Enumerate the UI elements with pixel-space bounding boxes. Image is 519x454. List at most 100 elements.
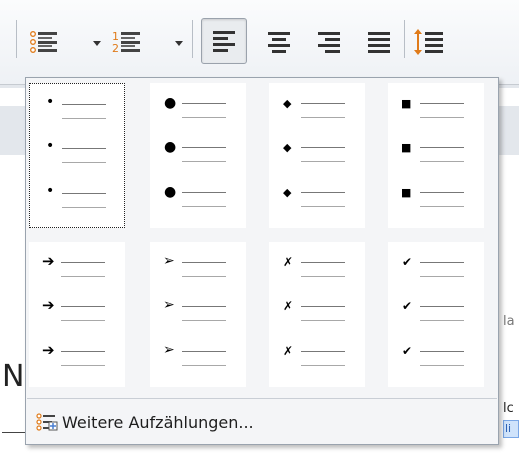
preview-rule — [420, 276, 464, 277]
bullet-style-square[interactable]: ■ ■ ■ — [388, 83, 484, 228]
bullet-style-arrow[interactable]: ➔ ➔ ➔ — [29, 242, 125, 387]
toolbar-separator — [404, 20, 405, 58]
bullet-glyph-arrow-icon: ➔ — [42, 252, 55, 270]
preview-rule — [301, 103, 345, 104]
toolbar-separator — [16, 20, 17, 58]
bullet-preview-line: ➔ — [39, 296, 119, 321]
preview-rule — [182, 192, 226, 193]
bullet-glyph-arrowhead-icon: ➢ — [163, 297, 175, 313]
preview-rule — [301, 262, 345, 263]
bullet-preview-line: • — [40, 95, 120, 119]
bullet-glyph-small-dot-icon: • — [46, 183, 55, 199]
preview-rule — [182, 206, 226, 207]
bullet-glyph-square-icon: ■ — [401, 141, 412, 154]
preview-rule — [182, 351, 226, 352]
preview-rule — [62, 193, 106, 194]
bullet-preview-line: ■ — [398, 141, 478, 162]
document-heading-fragment: N — [2, 359, 25, 394]
bullet-glyph-large-dot-icon: ● — [164, 139, 177, 155]
bullet-preview-line: ➢ — [160, 297, 240, 321]
bullet-list-button[interactable] — [26, 18, 66, 64]
bullet-glyph-diamond-icon: ◆ — [283, 141, 292, 154]
line-spacing-button[interactable] — [410, 18, 450, 64]
bullet-preview-line: ➔ — [39, 252, 119, 277]
bullet-style-cross[interactable]: ✗ ✗ ✗ — [269, 242, 365, 387]
numbered-list-button[interactable]: 1 2 — [108, 18, 148, 64]
bullet-preview-line: ✗ — [279, 299, 359, 321]
document-text-fragment: lc — [503, 401, 514, 416]
bullet-glyph-large-dot-icon: ● — [164, 184, 177, 200]
bullet-glyph-diamond-icon: ◆ — [283, 97, 292, 110]
preview-rule — [301, 192, 345, 193]
bullet-preview-line: ✗ — [279, 255, 359, 277]
preview-rule — [301, 365, 345, 366]
preview-rule — [182, 117, 226, 118]
preview-rule — [301, 206, 345, 207]
justify-icon — [368, 32, 390, 53]
preview-rule — [301, 351, 345, 352]
preview-rule — [301, 276, 345, 277]
preview-rule — [182, 147, 226, 148]
preview-rule — [61, 262, 105, 263]
document-selected-fragment: li — [503, 420, 519, 438]
preview-rule — [301, 147, 345, 148]
preview-rule — [62, 148, 106, 149]
bullet-preview-line: ● — [160, 96, 240, 118]
bullet-preview-line: • — [40, 138, 120, 163]
bullet-glyph-cross-icon: ✗ — [283, 255, 294, 269]
align-left-button[interactable] — [201, 18, 247, 64]
preview-rule — [420, 192, 464, 193]
bullet-preview-line: ✔ — [398, 256, 478, 277]
bullet-glyph-cross-icon: ✗ — [283, 299, 294, 313]
preview-rule — [301, 320, 345, 321]
bullet-options-icon — [36, 413, 58, 431]
preview-rule — [61, 320, 105, 321]
bullet-preview-line: ➔ — [39, 341, 119, 366]
align-center-button[interactable] — [258, 18, 298, 64]
preview-rule — [420, 161, 464, 162]
bullet-preview-line: ■ — [398, 97, 478, 118]
preview-rule — [182, 262, 226, 263]
bullet-style-diamond[interactable]: ◆ ◆ ◆ — [269, 83, 365, 228]
preview-rule — [182, 306, 226, 307]
bullet-glyph-arrow-icon: ➔ — [42, 296, 55, 314]
numbered-list-icon: 1 2 — [112, 30, 140, 55]
preview-rule — [182, 365, 226, 366]
preview-rule — [62, 207, 106, 208]
align-center-icon — [268, 32, 290, 53]
align-right-button[interactable] — [308, 18, 348, 64]
preview-rule — [182, 161, 226, 162]
preview-rule — [62, 162, 106, 163]
preview-rule — [182, 276, 226, 277]
bullet-glyph-diamond-icon: ◆ — [283, 186, 292, 199]
document-text-fragment: la — [503, 314, 515, 329]
bullet-style-arrowhead[interactable]: ➢ ➢ ➢ — [150, 242, 246, 387]
preview-rule — [420, 117, 464, 118]
numbered-list-dropdown-arrow-icon[interactable] — [175, 41, 183, 46]
preview-rule — [420, 306, 464, 307]
bullet-preview-line: ■ — [398, 186, 478, 207]
bullet-preview-line: ◆ — [279, 97, 359, 118]
bullet-style-check[interactable]: ✔ ✔ ✔ — [388, 242, 484, 387]
preview-rule — [420, 206, 464, 207]
bullet-style-small-dot[interactable]: • • • — [29, 83, 125, 228]
formatting-toolbar: 1 2 — [0, 0, 519, 85]
preview-rule — [301, 161, 345, 162]
more-bullets-menu-item[interactable]: Weitere Aufzählungen... — [30, 405, 494, 439]
bullet-preview-line: ✗ — [279, 344, 359, 366]
bullet-glyph-square-icon: ■ — [401, 97, 412, 110]
preview-rule — [420, 262, 464, 263]
bullet-glyph-arrow-icon: ➔ — [42, 341, 55, 359]
align-left-icon — [213, 31, 235, 52]
preview-rule — [61, 276, 105, 277]
justify-button[interactable] — [358, 18, 398, 64]
bullet-glyph-arrowhead-icon: ➢ — [163, 342, 175, 358]
bullet-style-large-dot[interactable]: ● ● ● — [150, 83, 246, 228]
bullet-glyph-small-dot-icon: • — [46, 138, 55, 154]
bullet-preview-line: ✔ — [398, 300, 478, 321]
preview-rule — [420, 320, 464, 321]
preview-rule — [61, 365, 105, 366]
bullet-glyph-cross-icon: ✗ — [283, 344, 294, 358]
bullet-list-dropdown-arrow-icon[interactable] — [93, 41, 101, 46]
more-bullets-label: Weitere Aufzählungen... — [62, 413, 254, 432]
